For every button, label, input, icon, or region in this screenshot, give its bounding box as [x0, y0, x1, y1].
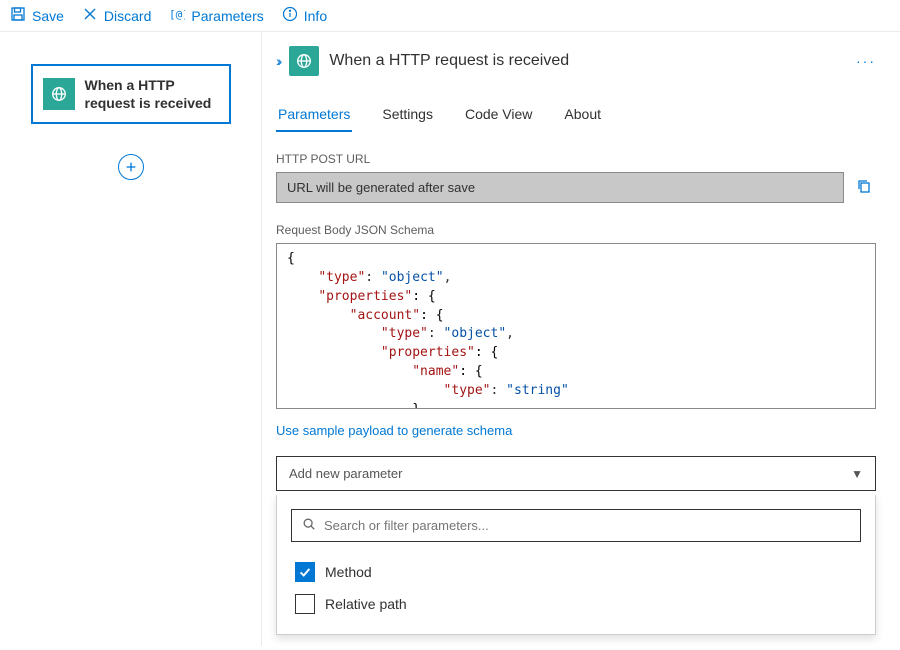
add-parameter-label: Add new parameter [289, 466, 402, 481]
checkbox[interactable] [295, 562, 315, 582]
details-panel: ›› When a HTTP request is received ··· P… [262, 32, 900, 646]
parameters-button[interactable]: [@] Parameters [169, 6, 263, 25]
http-trigger-icon [43, 78, 75, 110]
schema-label: Request Body JSON Schema [276, 223, 876, 237]
discard-label: Discard [104, 8, 151, 24]
trigger-card[interactable]: When a HTTP request is received [31, 64, 231, 124]
parameters-icon: [@] [169, 6, 185, 25]
tab-parameters[interactable]: Parameters [276, 98, 352, 132]
info-button[interactable]: Info [282, 6, 327, 25]
panel-title: When a HTTP request is received [329, 52, 846, 70]
use-sample-payload-link[interactable]: Use sample payload to generate schema [276, 423, 512, 438]
panel-tabs: Parameters Settings Code View About [276, 98, 876, 132]
parameter-dropdown-panel: Method Relative path [276, 495, 876, 635]
more-menu-button[interactable]: ··· [856, 53, 876, 69]
add-step-button[interactable] [118, 154, 144, 180]
copy-url-button[interactable] [852, 174, 876, 201]
toolbar: Save Discard [@] Parameters Info [0, 0, 900, 32]
tab-about[interactable]: About [562, 98, 603, 132]
schema-textarea[interactable]: { "type": "object", "properties": { "acc… [276, 243, 876, 409]
tab-code-view[interactable]: Code View [463, 98, 534, 132]
http-trigger-icon [289, 46, 319, 76]
http-post-url-field: URL will be generated after save [276, 172, 844, 203]
designer-canvas: When a HTTP request is received [0, 32, 262, 646]
parameter-search-box[interactable] [291, 509, 861, 542]
collapse-panel-button[interactable]: ›› [276, 53, 279, 69]
parameter-search-input[interactable] [324, 518, 850, 533]
tab-settings[interactable]: Settings [380, 98, 435, 132]
save-icon [10, 6, 26, 25]
info-icon [282, 6, 298, 25]
save-button[interactable]: Save [10, 6, 64, 25]
param-option-label: Relative path [325, 596, 407, 612]
param-option[interactable]: Relative path [291, 588, 861, 620]
info-label: Info [304, 8, 327, 24]
chevron-down-icon: ▼ [851, 467, 863, 481]
save-label: Save [32, 8, 64, 24]
param-option[interactable]: Method [291, 556, 861, 588]
trigger-label: When a HTTP request is received [85, 76, 219, 112]
search-icon [302, 517, 316, 534]
discard-button[interactable]: Discard [82, 6, 151, 25]
close-icon [82, 6, 98, 25]
checkbox[interactable] [295, 594, 315, 614]
param-option-label: Method [325, 564, 372, 580]
url-label: HTTP POST URL [276, 152, 876, 166]
parameters-label: Parameters [191, 8, 263, 24]
add-parameter-dropdown[interactable]: Add new parameter ▼ [276, 456, 876, 491]
svg-text:[@]: [@] [169, 8, 185, 21]
